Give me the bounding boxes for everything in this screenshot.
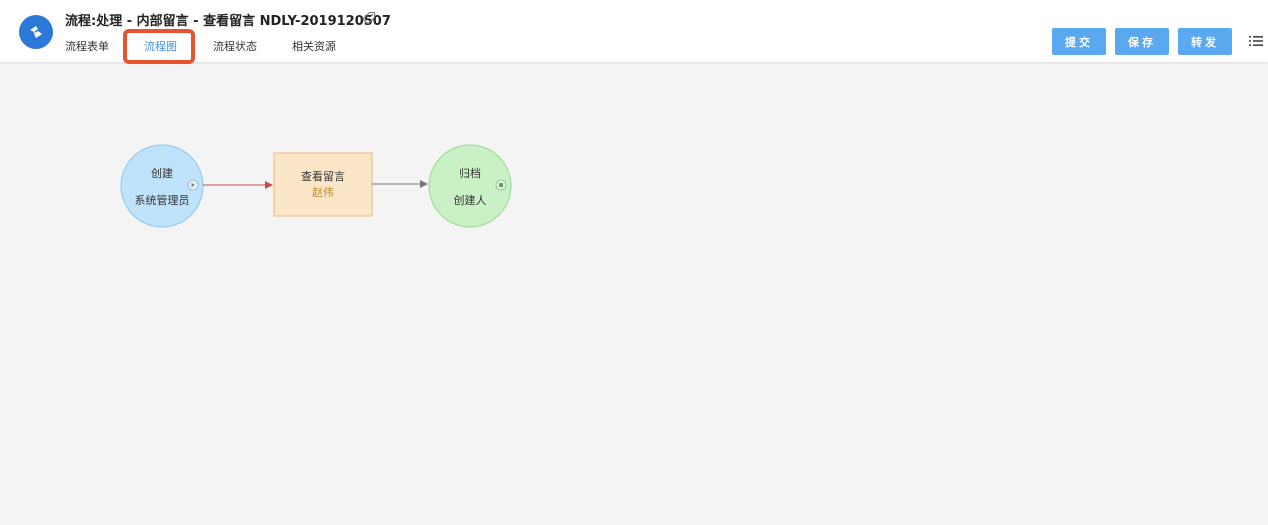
list-menu-icon[interactable] [1248, 33, 1264, 49]
task-node-assignee: 赵伟 [312, 186, 334, 199]
app-logo-icon [19, 15, 53, 49]
save-button[interactable]: 保存 [1115, 28, 1169, 55]
header-bar: 流程:处理 - 内部留言 - 查看留言 NDLY-2019120507 流程表单… [0, 0, 1268, 64]
submit-button[interactable]: 提交 [1052, 28, 1106, 55]
active-tab-highlight [123, 29, 195, 64]
end-node-stop-square [499, 183, 503, 187]
tab-flow-status[interactable]: 流程状态 [213, 38, 257, 54]
flow-diagram [120, 144, 512, 228]
start-node-title: 创建 [151, 167, 173, 180]
task-node-title: 查看留言 [301, 170, 345, 183]
forward-button[interactable]: 转发 [1178, 28, 1232, 55]
tab-form[interactable]: 流程表单 [65, 38, 109, 54]
flow-canvas: 创建 系统管理员 查看留言 赵伟 归档 创建人 [0, 62, 1268, 525]
start-node-assignee: 系统管理员 [134, 194, 190, 207]
page-title: 流程:处理 - 内部留言 - 查看留言 NDLY-2019120507 [65, 14, 391, 29]
tag-icon[interactable] [361, 10, 377, 26]
tab-related-resources[interactable]: 相关资源 [292, 38, 336, 54]
end-node-assignee: 创建人 [453, 194, 487, 207]
end-node-title: 归档 [459, 167, 481, 180]
